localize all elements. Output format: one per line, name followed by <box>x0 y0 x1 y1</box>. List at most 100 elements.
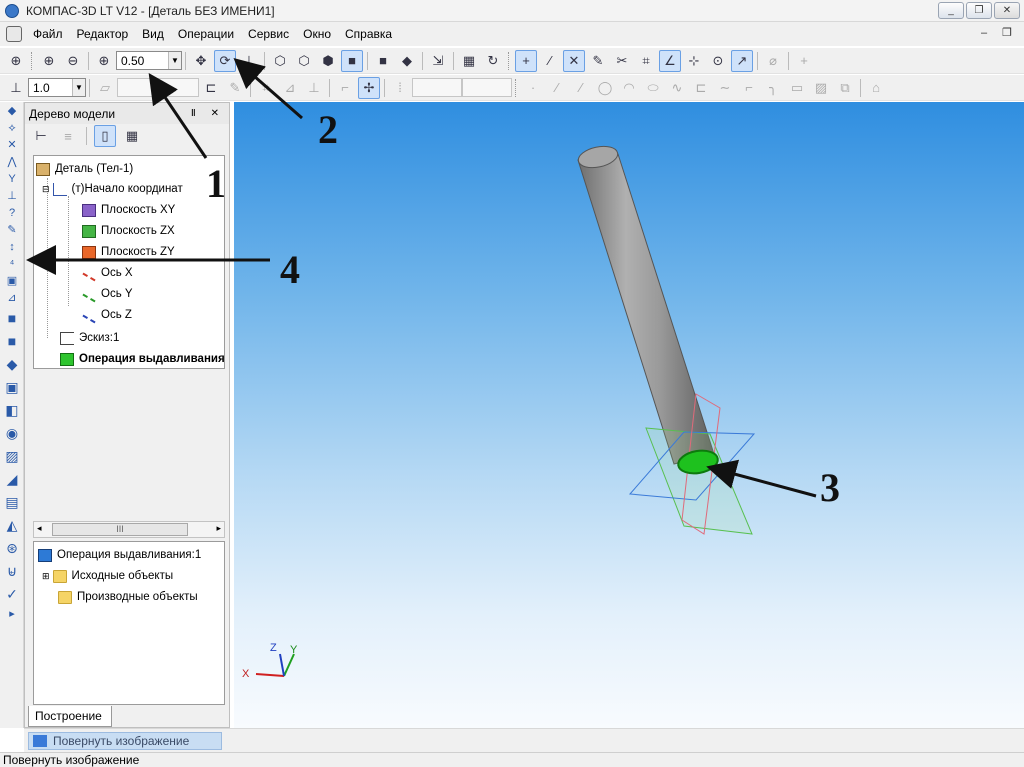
tree-node-sketch[interactable]: Эскиз:1 <box>60 328 119 348</box>
point-icon[interactable]: · <box>522 77 544 99</box>
arrays-icon[interactable]: Y <box>2 171 22 187</box>
orientation-icon[interactable]: ⊥ <box>238 50 260 72</box>
collapse-icon[interactable]: ⊟ <box>42 184 50 195</box>
snap-center-icon[interactable]: ⊹ <box>683 50 705 72</box>
filter-icon[interactable]: ✎ <box>2 222 22 238</box>
add-snap-icon[interactable]: + <box>793 50 815 72</box>
sketch-icon[interactable]: ⊏ <box>200 77 222 99</box>
expand-icon[interactable]: ⊞ <box>42 571 50 582</box>
menu-help[interactable]: Справка <box>338 22 399 46</box>
menu-file[interactable]: Файл <box>26 22 70 46</box>
sketch-tools-icon[interactable]: ⊿ <box>2 290 22 306</box>
ortho-icon[interactable]: ⊥ <box>303 77 325 99</box>
tree-node-axis-y[interactable]: Ось Y <box>82 284 133 304</box>
tree-structure-icon[interactable]: ⊢ <box>30 125 52 147</box>
style-field[interactable] <box>117 78 199 97</box>
measure-icon[interactable]: ? <box>2 205 22 221</box>
step-combo[interactable]: 1.0 ▼ <box>28 78 86 97</box>
cut-revolve-icon[interactable]: ◉ <box>2 422 22 444</box>
tree-node-part[interactable]: Деталь (Тел-1) <box>36 159 133 179</box>
zoom-combo[interactable]: 0.50 ▼ <box>116 51 182 70</box>
menu-view[interactable]: Вид <box>135 22 171 46</box>
tree-order-icon[interactable]: ≡ <box>57 125 79 147</box>
hole-icon[interactable]: ✓ <box>2 583 22 605</box>
snap-point-icon[interactable]: + <box>515 49 537 72</box>
thin-hidden-icon[interactable]: ⬢ <box>317 50 339 72</box>
revolve-icon[interactable]: ■ <box>2 330 22 352</box>
coord-y-field[interactable] <box>462 78 512 97</box>
menu-edit[interactable]: Редактор <box>70 22 136 46</box>
tree-node-plane-zy[interactable]: Плоскость ZY <box>82 242 175 262</box>
chamfer-icon[interactable]: ⌐ <box>738 77 760 99</box>
rebuild-icon[interactable]: ↻ <box>482 50 504 72</box>
edit-icon[interactable]: ✎ <box>224 77 246 99</box>
minimize-button[interactable]: _ <box>938 2 964 19</box>
scroll-left-icon[interactable]: ◂ <box>37 523 42 534</box>
dimensions-icon[interactable]: ⊥ <box>2 188 22 204</box>
tree-view-icon[interactable]: ▯ <box>94 125 116 147</box>
reports-icon[interactable]: ⁴ <box>2 256 22 272</box>
model-viewport[interactable]: X Y Z <box>234 102 1024 728</box>
library-icon[interactable]: ▣ <box>2 273 22 289</box>
editing-details-icon[interactable]: ◆ <box>2 103 22 119</box>
circle-icon[interactable]: ◯ <box>594 77 616 99</box>
rotate-view-icon[interactable]: ⟳ <box>214 49 236 72</box>
fillet-3d-icon[interactable]: ◢ <box>2 468 22 490</box>
current-point-icon[interactable]: ⊥ <box>5 77 27 99</box>
round-icon[interactable]: ⌐ <box>334 77 356 99</box>
shaded-edges-icon[interactable]: ■ <box>372 50 394 72</box>
auxiliary-geometry-icon[interactable]: ⟡ <box>2 120 22 136</box>
zoom-scale-icon[interactable]: ⊕ <box>93 50 115 72</box>
polyline-icon[interactable]: ⊏ <box>690 77 712 99</box>
panel-controls[interactable]: Ⅱ ✕ <box>191 108 225 119</box>
pan-icon[interactable]: ✥ <box>190 50 212 72</box>
fillet-icon[interactable]: ╮ <box>762 77 784 99</box>
layer-icon[interactable]: ▱ <box>94 77 116 99</box>
tab-construction[interactable]: Построение <box>28 706 112 727</box>
snap-on-curve-icon[interactable]: ↗ <box>731 49 753 72</box>
snap-angle-icon[interactable]: ∠ <box>659 49 681 72</box>
cut-sweep-icon[interactable]: ▨ <box>2 445 22 467</box>
chevron-down-icon[interactable]: ▼ <box>168 52 181 69</box>
prop-node-operation[interactable]: Операция выдавливания:1 <box>38 545 201 565</box>
snap-off-icon[interactable]: ⌀ <box>762 50 784 72</box>
snap-tangent-icon[interactable]: ✎ <box>587 50 609 72</box>
hatch-icon[interactable]: ▨ <box>810 77 832 99</box>
shaded-icon[interactable]: ■ <box>341 49 363 72</box>
snap-normal-icon[interactable]: ✂ <box>611 50 633 72</box>
tree-node-origin[interactable]: ⊟ (т)Начало координат <box>42 179 183 199</box>
tree-details-icon[interactable]: ▦ <box>121 125 143 147</box>
maximize-button[interactable]: ❐ <box>966 2 992 19</box>
snap-intersect-icon[interactable]: ✕ <box>563 49 585 72</box>
coord-icon[interactable]: ⁞ <box>389 77 411 99</box>
coord-x-field[interactable] <box>412 78 462 97</box>
mdi-controls[interactable]: – ❐ <box>981 26 1018 39</box>
line-icon[interactable]: ⁄ <box>570 77 592 99</box>
rectangle-icon[interactable]: ▭ <box>786 77 808 99</box>
hidden-lines-icon[interactable]: ⬡ <box>293 50 315 72</box>
ellipse-icon[interactable]: ⬭ <box>642 77 664 99</box>
wireframe-icon[interactable]: ⬡ <box>269 50 291 72</box>
shell-icon[interactable]: ⊛ <box>2 537 22 559</box>
tree-node-axis-x[interactable]: Ось X <box>82 263 133 283</box>
loft-icon[interactable]: ◆ <box>2 353 22 375</box>
document-menu-icon[interactable] <box>6 26 22 42</box>
current-command[interactable]: Повернуть изображение <box>28 732 222 750</box>
arc-icon[interactable]: ◠ <box>618 77 640 99</box>
tree-node-plane-xy[interactable]: Плоскость XY <box>82 200 175 220</box>
local-cs-icon[interactable]: ⊿ <box>279 77 301 99</box>
menu-window[interactable]: Окно <box>296 22 338 46</box>
offset-icon[interactable]: ⧉ <box>834 77 856 99</box>
extrude-icon[interactable]: ■ <box>2 307 22 329</box>
perspective-icon[interactable]: ◆ <box>396 50 418 72</box>
tree-node-extrusion[interactable]: Операция выдавливания <box>60 349 224 368</box>
zoom-in-icon[interactable]: ⊕ <box>38 50 60 72</box>
scroll-thumb[interactable]: III <box>52 523 188 536</box>
mirror-icon[interactable]: ⊌ <box>2 560 22 582</box>
snap-circle-icon[interactable]: ⊙ <box>707 50 729 72</box>
surfaces-icon[interactable]: ⋀ <box>2 154 22 170</box>
zoom-out-icon[interactable]: ⊖ <box>62 50 84 72</box>
segment-icon[interactable]: ⁄ <box>546 77 568 99</box>
properties-icon[interactable]: ▦ <box>458 50 480 72</box>
tree-node-axis-z[interactable]: Ось Z <box>82 305 132 325</box>
